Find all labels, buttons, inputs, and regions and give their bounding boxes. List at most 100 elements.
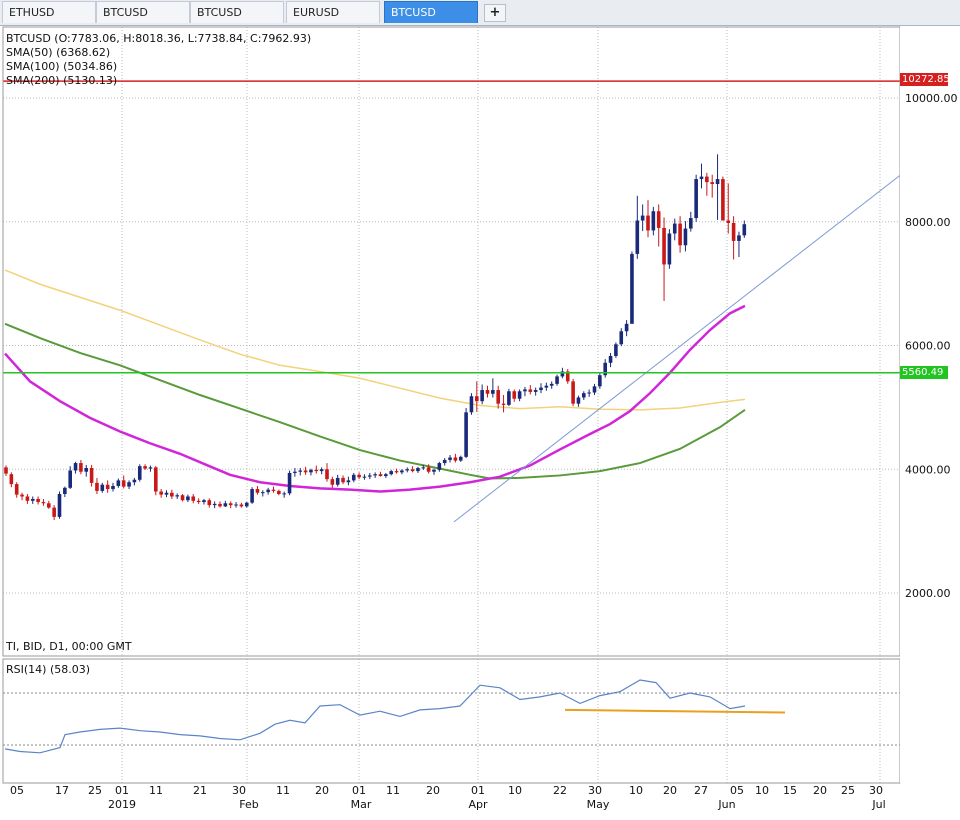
candle-body [635,220,640,254]
candle-body [362,476,367,478]
candle-body [180,495,185,501]
candle-body [619,331,624,345]
candle-body [127,482,131,487]
rsi-pane-frame [2,658,901,784]
tab-btcusd-active[interactable]: BTCUSD [384,1,478,23]
candle-body [100,484,105,491]
ohlc-readout: BTCUSD (O:7783.06, H:8018.36, L:7738.84,… [6,32,312,45]
candle-body [464,412,468,457]
candle-body [731,222,736,241]
x-month-label: Jun [717,798,735,811]
candle-body [57,494,62,517]
candle-body [496,390,500,404]
candle-body [389,471,393,475]
candle-body [442,459,447,464]
ascending-trendline [453,174,901,523]
candle-body [68,470,72,488]
y-tick-label: 8000.00 [905,216,951,229]
tab-ethusd[interactable]: ETHUSD [2,1,96,23]
candle-body [523,389,527,392]
x-tick-label: 30 [588,784,602,797]
candle-body [250,489,254,503]
candle-body [678,223,682,246]
candle-body [539,387,543,391]
candle-body [726,220,731,223]
candle-body [298,470,303,472]
candle-body [587,392,591,394]
x-tick-label: 10 [629,784,643,797]
chart-legend: BTCUSD (O:7783.06, H:8018.36, L:7738.84,… [6,32,311,88]
candle-body [47,503,51,508]
candle-body [421,467,426,469]
x-tick-label: 30 [869,784,883,797]
candle-body [52,507,56,517]
x-month-label: Mar [351,798,372,811]
candle-body [646,215,650,231]
tab-eurusd[interactable]: EURUSD [286,1,380,23]
candle-body [212,503,217,506]
horizontal-levels[interactable] [3,80,900,374]
candle-body [287,472,292,494]
candle-body [9,474,14,485]
candle-body [234,504,238,506]
x-tick-label: 21 [193,784,207,797]
candle-body [202,500,206,503]
x-tick-label: 05 [10,784,24,797]
candle-body [266,489,270,493]
candle-body [25,496,30,501]
candle-body [319,469,324,472]
candlesticks [4,154,747,520]
add-tab-button[interactable]: + [484,4,506,22]
x-tick-label: 17 [55,784,69,797]
candle-body [699,176,704,180]
grid-lines [3,27,900,783]
candle-body [683,228,688,246]
x-tick-label: 20 [813,784,827,797]
candle-body [207,500,212,506]
x-tick-label: 05 [730,784,744,797]
chart-canvas[interactable]: 70.0030.00 2000.00 4000.00 6000.00 8000.00 1… [0,25,960,820]
trendline[interactable] [453,174,901,523]
candle-body [36,498,40,503]
candle-body [405,469,410,471]
tab-bar: ETHUSD BTCUSD BTCUSD EURUSD BTCUSD + [0,0,960,26]
candle-body [84,468,89,472]
candle-body [742,224,747,236]
tab-btcusd-1[interactable]: BTCUSD [96,1,190,23]
timeframe-label: TI, BID, D1, 00:00 GMT [6,640,132,653]
x-tick-label: 01 [115,784,129,797]
candle-body [512,391,517,399]
candle-body [14,484,19,495]
candle-body [458,456,463,461]
candle-body [491,390,495,394]
candle-body [533,390,538,392]
candle-body [351,474,356,481]
candle-body [432,469,436,472]
sma100-legend: SMA(100) (5034.86) [6,60,118,73]
tab-btcusd-2[interactable]: BTCUSD [190,1,284,23]
x-tick-label: 25 [841,784,855,797]
candle-body [437,463,442,470]
candle-body [517,391,522,399]
candle-body [582,393,586,398]
candle-body [314,469,319,472]
candle-body [4,467,8,474]
support-price-tag: 5560.49 [900,366,948,379]
y-tick-label: 2000.00 [905,587,951,600]
x-tick-label: 20 [315,784,329,797]
candle-body [694,179,698,219]
y-tick-label: 4000.00 [905,463,951,476]
candle-body [710,182,714,185]
candle-body [715,179,720,185]
candle-body [293,471,297,473]
candle-body [175,495,179,497]
candle-body [480,390,484,402]
x-month-label: 2019 [108,798,136,811]
candle-body [672,223,677,234]
x-month-label: Feb [239,798,258,811]
rsi-line [4,679,746,754]
x-tick-label: 10 [755,784,769,797]
candle-body [592,386,597,393]
y-tick-label: 6000.00 [905,340,951,353]
candle-body [261,492,265,494]
